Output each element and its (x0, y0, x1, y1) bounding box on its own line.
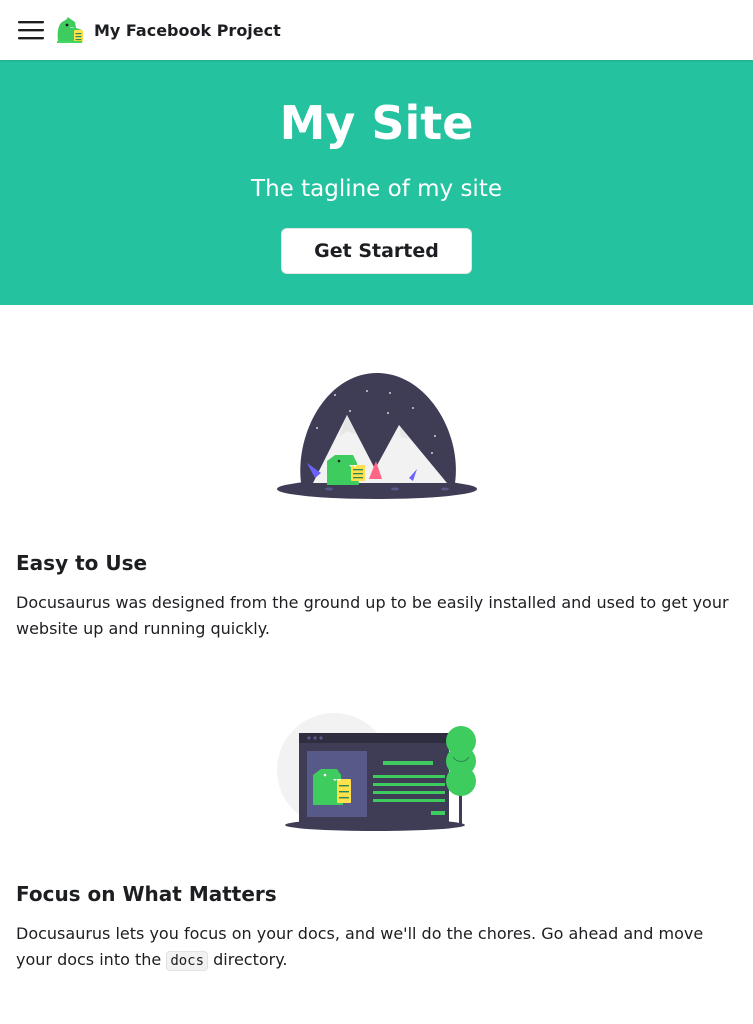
feature-description-text-end: directory. (213, 950, 288, 969)
hero-tagline: The tagline of my site (251, 176, 502, 202)
site-title: My Facebook Project (94, 20, 281, 40)
mountain-dinosaur-illustration (276, 373, 477, 499)
feature-title: Focus on What Matters (16, 882, 277, 906)
hamburger-menu-icon[interactable] (16, 15, 46, 45)
browser-window-dinosaur-illustration (276, 713, 476, 831)
feature-description: Docusaurus was designed from the ground … (16, 593, 729, 638)
feature-description: Docusaurus lets you focus on your docs, … (0, 921, 753, 974)
dinosaur-logo-icon (57, 17, 83, 43)
feature-title: Easy to Use (16, 551, 148, 575)
features-section: Easy to Use Docusaurus was designed from… (0, 305, 753, 974)
docs-code-snippet: docs (166, 951, 209, 971)
feature-focus-on-what-matters: Focus on What Matters Docusaurus lets yo… (0, 713, 753, 974)
hero-banner: My Site The tagline of my site Get Start… (0, 60, 753, 305)
hero-title: My Site (279, 96, 474, 150)
navbar: My Facebook Project (0, 0, 753, 60)
get-started-button[interactable]: Get Started (281, 228, 472, 274)
feature-easy-to-use: Easy to Use Docusaurus was designed from… (0, 373, 753, 642)
feature-description-text: Docusaurus lets you focus on your docs, … (16, 924, 704, 969)
navbar-brand[interactable]: My Facebook Project (54, 14, 281, 46)
